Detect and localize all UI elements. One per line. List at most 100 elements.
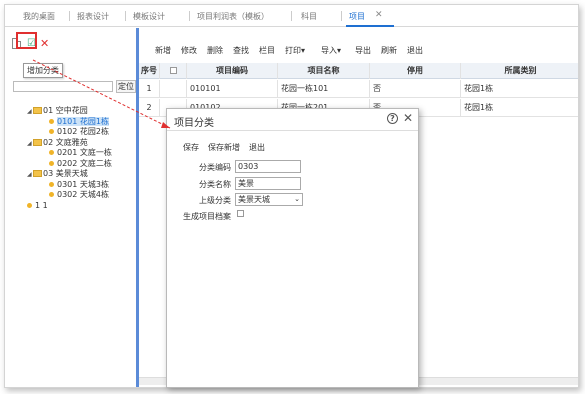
tree-node-label: 0102 花园2栋 [57, 127, 109, 136]
columns-button[interactable]: 栏目 [259, 45, 275, 56]
cell-category: 花园1栋 [464, 103, 494, 112]
grid-header-row: 序号 项目编码 项目名称 停用 所属类别 [139, 63, 578, 79]
category-name-field[interactable]: 美景 [235, 177, 301, 190]
generate-archive-checkbox[interactable] [237, 210, 244, 217]
tab-divider [125, 11, 126, 21]
tree-node-label: 0301 天城3栋 [57, 179, 109, 189]
main-toolbar: 新增 修改 删除 查找 栏目 打印▾ 导入▾ 导出 刷新 退出 [139, 41, 578, 61]
delete-button[interactable]: 删除 [207, 45, 223, 56]
chevron-down-icon: ▾ [337, 46, 342, 55]
tree-node-label: 02 文庭雅苑 [43, 137, 88, 147]
dialog-exit-button[interactable]: 退出 [249, 142, 265, 153]
tree-leaf-node[interactable]: 1 1 [27, 201, 48, 211]
leaf-dot-icon [27, 202, 32, 208]
new-button[interactable]: 新增 [155, 45, 171, 56]
tree-folder-node[interactable]: ◢ 03 美景天城 [27, 169, 88, 180]
parent-category-select[interactable]: 美景天城 ⌄ [235, 193, 303, 206]
delete-category-icon[interactable]: ✕ [40, 38, 51, 49]
folder-icon [33, 170, 42, 177]
tab-template-design[interactable]: 模板设计 [133, 11, 165, 22]
cell-no: 2 [139, 99, 160, 117]
tree-leaf-node[interactable]: 0302 天城4栋 [49, 190, 109, 200]
help-icon[interactable]: ? [387, 113, 398, 124]
folder-icon [33, 138, 42, 146]
cell-name: 花园一栋101 [278, 80, 370, 98]
tree-leaf-node[interactable]: 0102 花园2栋 [49, 127, 109, 137]
col-header-name[interactable]: 项目名称 [278, 63, 370, 79]
dialog-divider [167, 130, 418, 131]
col-header-code[interactable]: 项目编码 [187, 63, 278, 79]
category-code-label: 分类编码 [199, 163, 231, 172]
cell-check [160, 80, 187, 98]
col-header-no: 序号 [139, 63, 160, 79]
tab-report-design[interactable]: 报表设计 [77, 11, 109, 22]
chevron-down-icon: ▾ [301, 46, 306, 55]
tree-node-label: 0201 文庭一栋 [57, 148, 112, 157]
tab-divider [341, 11, 342, 21]
add-category-tooltip: 增加分类 [23, 63, 63, 78]
select-all-checkbox[interactable] [169, 67, 177, 74]
tree-leaf-node[interactable]: 0202 文庭二栋 [49, 159, 112, 169]
parent-category-value: 美景天城 [238, 195, 270, 204]
leaf-dot-icon [49, 150, 54, 155]
folder-icon [33, 107, 42, 114]
tree-leaf-node[interactable]: 0301 天城3栋 [49, 180, 109, 190]
tree-folder-node[interactable]: ◢ 01 空中花园 [27, 106, 88, 117]
tree-search-input[interactable] [13, 81, 113, 92]
project-category-dialog: 项目分类 ? ✕ 保存 保存新增 退出 分类编码 0303 分类名称 美景 上级… [166, 108, 419, 388]
generate-archive-label: 生成项目档案 [183, 212, 231, 221]
dialog-title: 项目分类 [174, 118, 214, 129]
cell-category: 花园1栋 [464, 84, 494, 93]
save-button[interactable]: 保存 [183, 142, 199, 153]
export-button[interactable]: 导出 [355, 45, 371, 56]
table-row[interactable]: 1 010101 花园一栋101 否 花园1栋 [139, 80, 578, 98]
col-header-disabled[interactable]: 停用 [370, 63, 461, 79]
tree-node-label: 0302 天城4栋 [57, 190, 109, 199]
chevron-down-icon: ⌄ [294, 195, 300, 203]
leaf-dot-icon [49, 192, 54, 197]
tree-leaf-node[interactable]: 0201 文庭一栋 [49, 148, 112, 158]
save-and-new-button[interactable]: 保存新增 [208, 142, 240, 153]
parent-category-label: 上级分类 [199, 196, 231, 205]
print-button[interactable]: 打印▾ [285, 45, 305, 56]
category-tree-panel: ☑ ✕ 定位 ◢ 01 空中花园 0101 花园1栋 0102 花园2栋 ◢ 02 文庭雅… [5, 28, 136, 387]
tree-node-label: 01 空中花园 [43, 106, 88, 115]
close-icon[interactable]: ✕ [403, 111, 413, 125]
tab-project[interactable]: 项目 [349, 11, 365, 22]
category-name-label: 分类名称 [199, 180, 231, 189]
cell-code: 010101 [187, 80, 278, 98]
leaf-dot-icon [49, 118, 54, 124]
tab-desktop[interactable]: 我的桌面 [23, 11, 55, 22]
refresh-button[interactable]: 刷新 [381, 45, 397, 56]
leaf-dot-icon [49, 129, 54, 134]
tree-node-label: 1 1 [35, 200, 48, 210]
col-header-check [160, 63, 187, 79]
tab-close-icon[interactable]: ✕ [375, 10, 383, 20]
cell-disabled: 否 [370, 80, 461, 98]
cell-no: 1 [139, 80, 160, 98]
active-tab-underline [346, 25, 394, 27]
tree-leaf-node[interactable]: 0101 花园1栋 [49, 116, 109, 127]
tab-bar: 我的桌面 报表设计 模板设计 项目利润表（模板） 科目 项目 ✕ [5, 5, 578, 27]
tree-node-label: 0202 文庭二栋 [57, 158, 112, 168]
import-button[interactable]: 导入▾ [321, 45, 341, 56]
tree-node-label: 03 美景天城 [43, 169, 88, 178]
find-button[interactable]: 查找 [233, 45, 249, 56]
exit-button[interactable]: 退出 [407, 45, 423, 56]
tab-subject[interactable]: 科目 [301, 11, 317, 22]
import-label: 导入 [321, 46, 337, 55]
locate-button[interactable]: 定位 [116, 80, 136, 93]
leaf-dot-icon [49, 160, 54, 166]
print-label: 打印 [285, 46, 301, 55]
tab-divider [69, 11, 70, 21]
tree-node-label: 0101 花园1栋 [57, 116, 109, 126]
leaf-dot-icon [49, 181, 54, 187]
highlight-box [16, 32, 37, 49]
tab-divider [291, 11, 292, 21]
col-header-category[interactable]: 所属类别 [461, 63, 578, 79]
tree-folder-node[interactable]: ◢ 02 文庭雅苑 [27, 138, 88, 149]
tab-profit-template[interactable]: 项目利润表（模板） [197, 11, 269, 22]
modify-button[interactable]: 修改 [181, 45, 197, 56]
category-code-field[interactable]: 0303 [235, 160, 301, 173]
tab-divider [189, 11, 190, 21]
